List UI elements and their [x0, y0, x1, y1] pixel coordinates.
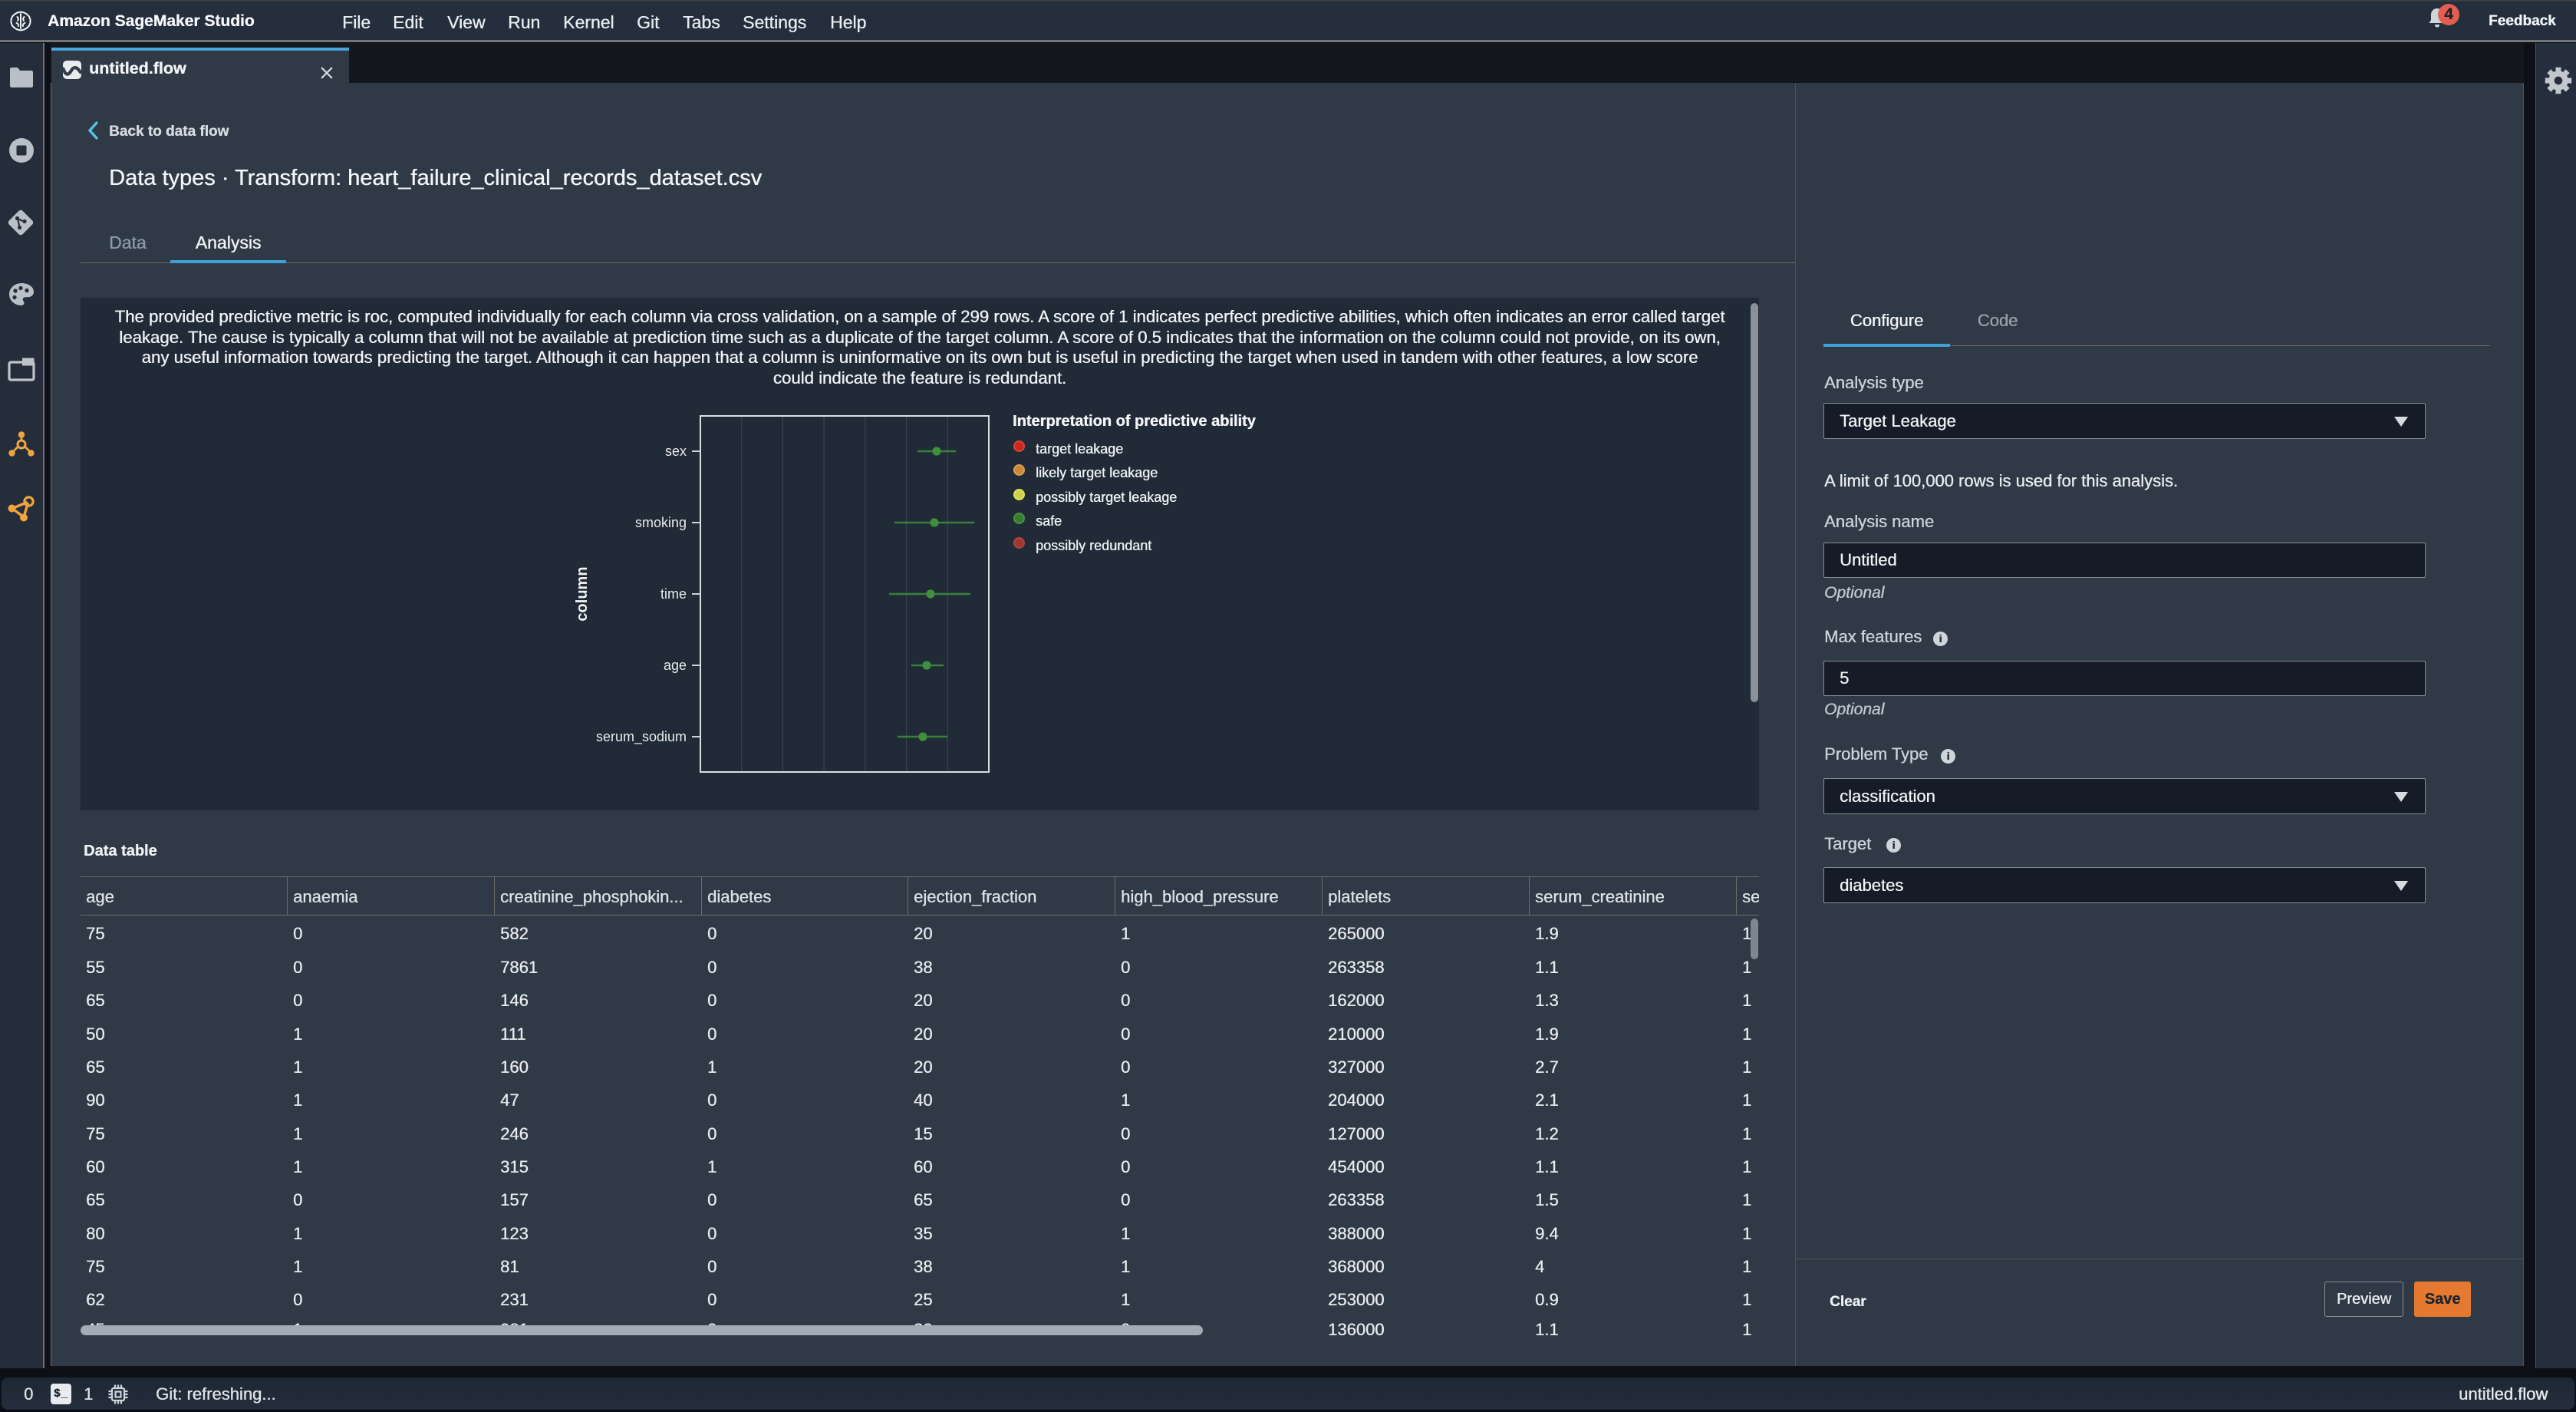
svg-text:time: time [660, 586, 687, 602]
svg-text:serum_sodium: serum_sodium [596, 729, 687, 745]
svg-text:column: column [574, 566, 591, 621]
svg-text:sex: sex [665, 444, 687, 459]
svg-text:smoking: smoking [635, 515, 687, 530]
svg-text:age: age [664, 658, 687, 673]
